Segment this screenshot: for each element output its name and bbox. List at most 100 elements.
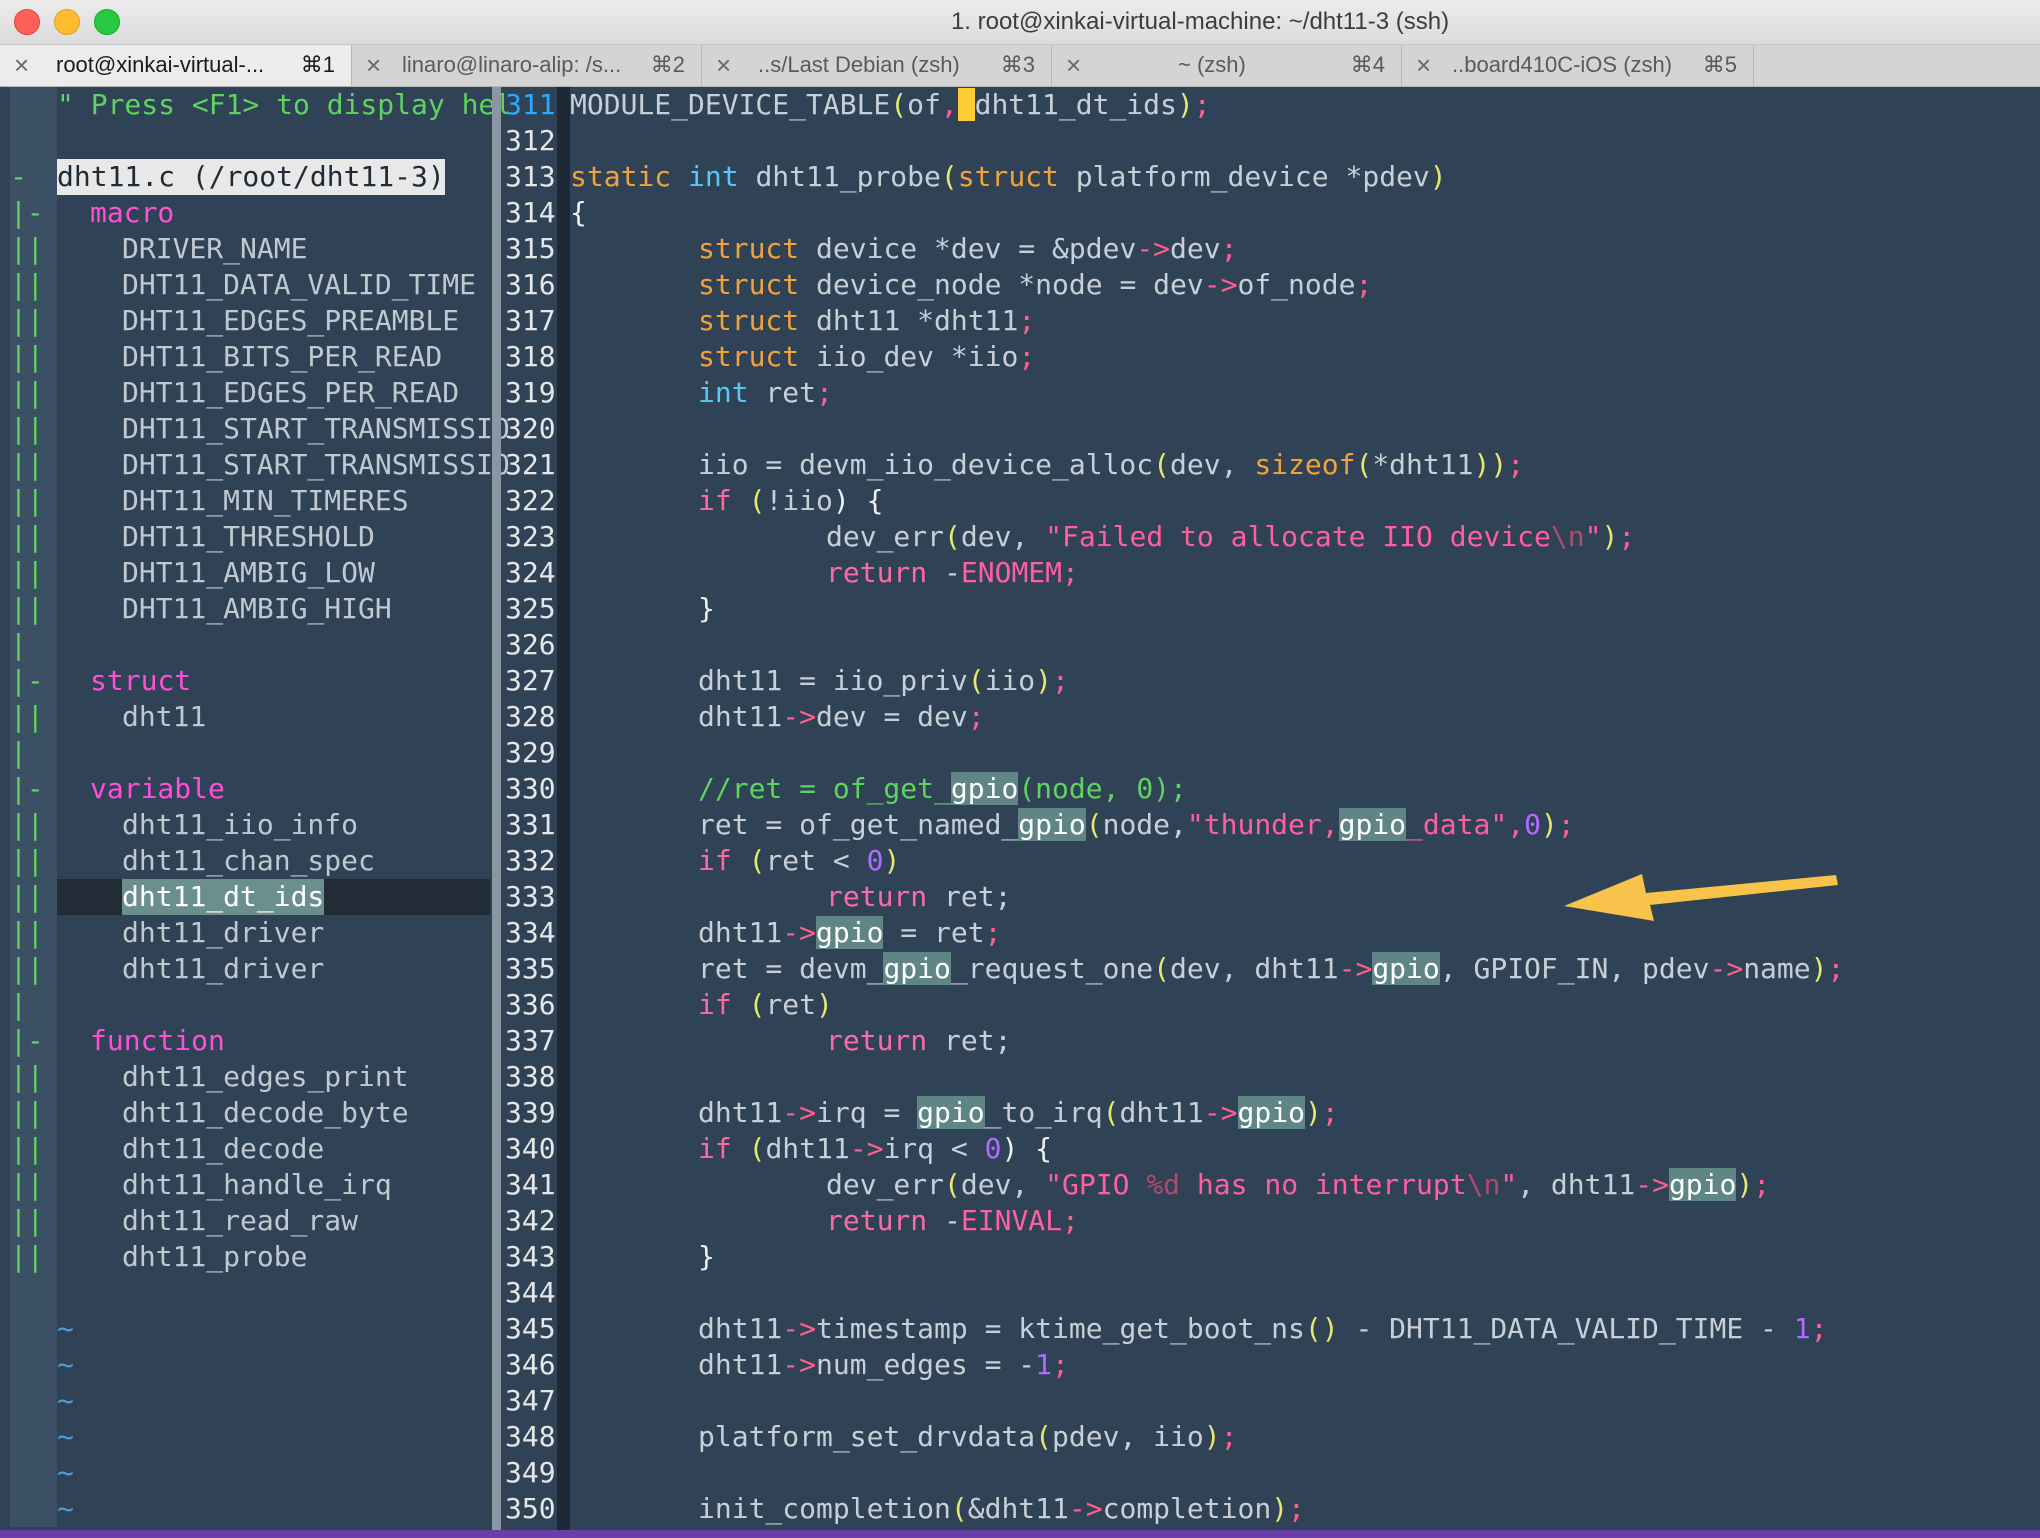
- tagbar-item[interactable]: DHT11_EDGES_PREAMBLE: [122, 303, 459, 339]
- code-line-333[interactable]: return ret;: [826, 879, 1011, 915]
- tab-2[interactable]: × linaro@linaro-alip: /s... ⌘2: [352, 45, 702, 86]
- tagbar-item[interactable]: DHT11_AMBIG_LOW: [122, 555, 375, 591]
- code-line-341[interactable]: dev_err(dev, "GPIO %d has no interrupt\n…: [826, 1167, 1770, 1203]
- code-line-330[interactable]: //ret = of_get_gpio(node, 0);: [698, 771, 1187, 807]
- code-line-315[interactable]: struct device *dev = &pdev->dev;: [698, 231, 1237, 267]
- empty-line-tilde: ~: [57, 1492, 74, 1525]
- code-line-332[interactable]: if (ret < 0): [698, 843, 900, 879]
- tagbar-item[interactable]: DHT11_AMBIG_HIGH: [122, 591, 392, 627]
- tagbar-item[interactable]: DHT11_START_TRANSMISSIO: [122, 411, 510, 447]
- tab-5[interactable]: × ..board410C-iOS (zsh) ⌘5: [1402, 45, 1754, 86]
- line-number: 332: [505, 844, 556, 877]
- code-line-331[interactable]: ret = of_get_named_gpio(node,"thunder,gp…: [698, 807, 1575, 843]
- code-line-348[interactable]: platform_set_drvdata(pdev, iio);: [698, 1419, 1237, 1455]
- code-line-316[interactable]: struct device_node *node = dev->of_node;: [698, 267, 1372, 303]
- close-icon[interactable]: ×: [1416, 45, 1431, 85]
- terminal-view[interactable]: " Press <F1> to display hel - dht11.c (/…: [0, 87, 2040, 1538]
- code-line-313[interactable]: static int dht11_probe(struct platform_d…: [570, 159, 1447, 195]
- code-line-323[interactable]: dev_err(dev, "Failed to allocate IIO dev…: [826, 519, 1635, 555]
- line-number: 344: [505, 1276, 556, 1309]
- line-number: 313: [505, 160, 556, 193]
- close-icon[interactable]: ×: [716, 45, 731, 85]
- tagbar-item[interactable]: dht11_chan_spec: [122, 843, 375, 879]
- code-line-314[interactable]: {: [570, 195, 587, 231]
- tagbar-item[interactable]: dht11_decode_byte: [122, 1095, 409, 1131]
- tagbar-item[interactable]: dht11_read_raw: [122, 1203, 358, 1239]
- tagbar-item[interactable]: dht11_probe: [122, 1239, 307, 1275]
- code-line-328[interactable]: dht11->dev = dev;: [698, 699, 985, 735]
- close-icon[interactable]: ×: [1066, 45, 1081, 85]
- line-number: 312: [505, 124, 556, 157]
- tagbar-item[interactable]: dht11_driver: [122, 915, 324, 951]
- code-line-340[interactable]: if (dht11->irq < 0) {: [698, 1131, 1052, 1167]
- tab-4[interactable]: × ~ (zsh) ⌘4: [1052, 45, 1402, 86]
- tagbar-item[interactable]: DRIVER_NAME: [122, 231, 307, 267]
- tagbar-item[interactable]: dht11_iio_info: [122, 807, 358, 843]
- tagbar-item[interactable]: dht11_decode: [122, 1131, 324, 1167]
- tab-shortcut: ⌘3: [1000, 52, 1035, 77]
- code-line-336[interactable]: if (ret): [698, 987, 833, 1023]
- tagbar-item[interactable]: DHT11_BITS_PER_READ: [122, 339, 442, 375]
- tagbar-item[interactable]: dht11_driver: [122, 951, 324, 987]
- tagbar-section-macro[interactable]: macro: [90, 195, 174, 231]
- tab-1[interactable]: × root@xinkai-virtual-... ⌘1: [0, 45, 352, 86]
- tagbar-item[interactable]: DHT11_EDGES_PER_READ: [122, 375, 459, 411]
- tagbar-item[interactable]: DHT11_MIN_TIMERES: [122, 483, 409, 519]
- code-line-350[interactable]: init_completion(&dht11->completion);: [698, 1491, 1305, 1527]
- line-number: 348: [505, 1420, 556, 1453]
- code-line-339[interactable]: dht11->irq = gpio_to_irq(dht11->gpio);: [698, 1095, 1339, 1131]
- code-line-324[interactable]: return -ENOMEM;: [826, 555, 1079, 591]
- code-line-335[interactable]: ret = devm_gpio_request_one(dev, dht11->…: [698, 951, 1844, 987]
- code-line-346[interactable]: dht11->num_edges = -1;: [698, 1347, 1069, 1383]
- code-line-311[interactable]: MODULE_DEVICE_TABLE(of, dht11_dt_ids);: [570, 87, 1211, 123]
- code-line-334[interactable]: dht11->gpio = ret;: [698, 915, 1001, 951]
- line-number: 330: [505, 772, 556, 805]
- code-line-325[interactable]: }: [698, 591, 715, 627]
- code-line-322[interactable]: if (!iio) {: [698, 483, 883, 519]
- window-title: 1. root@xinkai-virtual-machine: ~/dht11-…: [950, 8, 1450, 35]
- tagbar-file-header[interactable]: dht11.c (/root/dht11-3): [57, 159, 445, 195]
- tagbar-section-variable[interactable]: variable: [90, 771, 225, 807]
- line-number: 339: [505, 1096, 556, 1129]
- line-number: 323: [505, 520, 556, 553]
- line-number: 338: [505, 1060, 556, 1093]
- line-number: 334: [505, 916, 556, 949]
- tab-3[interactable]: × ..s/Last Debian (zsh) ⌘3: [702, 45, 1052, 86]
- line-number: 318: [505, 340, 556, 373]
- line-number: 324: [505, 556, 556, 589]
- line-number: 347: [505, 1384, 556, 1417]
- code-line-342[interactable]: return -EINVAL;: [826, 1203, 1079, 1239]
- line-number: 346: [505, 1348, 556, 1381]
- code-line-319[interactable]: int ret;: [698, 375, 833, 411]
- tagbar-item[interactable]: dht11_edges_print: [122, 1059, 409, 1095]
- line-number: 327: [505, 664, 556, 697]
- code-line-317[interactable]: struct dht11 *dht11;: [698, 303, 1035, 339]
- code-line-321[interactable]: iio = devm_iio_device_alloc(dev, sizeof(…: [698, 447, 1524, 483]
- code-line-337[interactable]: return ret;: [826, 1023, 1011, 1059]
- code-line-345[interactable]: dht11->timestamp = ktime_get_boot_ns() -…: [698, 1311, 1827, 1347]
- tagbar-item-selected[interactable]: dht11_dt_ids: [122, 879, 325, 915]
- line-number: 341: [505, 1168, 556, 1201]
- tagbar-section-struct[interactable]: struct: [90, 663, 191, 699]
- tab-label: linaro@linaro-alip: /s...: [402, 52, 622, 77]
- tagbar-help: " Press <F1> to display hel: [57, 88, 513, 121]
- line-number: 345: [505, 1312, 556, 1345]
- tagbar-item[interactable]: DHT11_THRESHOLD: [122, 519, 375, 555]
- tagbar-item[interactable]: DHT11_DATA_VALID_TIME: [122, 267, 476, 303]
- tagbar-section-function[interactable]: function: [90, 1023, 225, 1059]
- tab-shortcut: ⌘4: [1350, 52, 1385, 77]
- line-number: 331: [505, 808, 556, 841]
- split-separator[interactable]: [492, 87, 501, 1538]
- line-number: 322: [505, 484, 556, 517]
- tagbar-item[interactable]: dht11: [122, 699, 206, 735]
- tab-label: ..board410C-iOS (zsh): [1452, 52, 1673, 77]
- tagbar-item[interactable]: dht11_handle_irq: [122, 1167, 392, 1203]
- code-line-318[interactable]: struct iio_dev *iio;: [698, 339, 1035, 375]
- code-line-343[interactable]: }: [698, 1239, 715, 1275]
- tagbar-item[interactable]: DHT11_START_TRANSMISSIO: [122, 447, 510, 483]
- line-number: 328: [505, 700, 556, 733]
- empty-line-tilde: ~: [57, 1348, 74, 1381]
- close-icon[interactable]: ×: [14, 45, 29, 85]
- close-icon[interactable]: ×: [366, 45, 381, 85]
- code-line-327[interactable]: dht11 = iio_priv(iio);: [698, 663, 1069, 699]
